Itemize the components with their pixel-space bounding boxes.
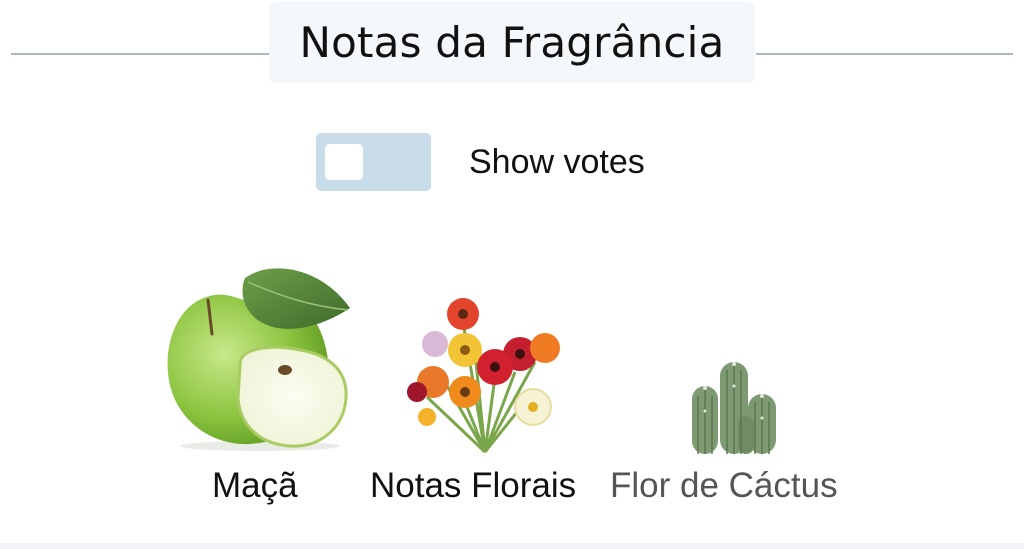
note-item-flor-de-cactus[interactable]: Flor de Cáctus [610, 356, 860, 508]
title-divider-right [756, 53, 1013, 55]
note-label: Notas Florais [370, 466, 577, 505]
bottom-band [0, 543, 1024, 549]
note-label: Maçã [212, 466, 298, 505]
cactus-image [692, 362, 776, 454]
note-item-maca[interactable]: Maçã [160, 258, 360, 508]
flower-bouquet-image [407, 298, 560, 454]
show-votes-label[interactable]: Show votes [469, 143, 645, 182]
show-votes-toggle[interactable] [316, 133, 431, 191]
note-label: Flor de Cáctus [610, 466, 838, 505]
title-divider-left [11, 53, 269, 55]
toggle-knob [325, 144, 363, 180]
green-apple-image [167, 268, 350, 451]
section-header: Notas da Fragrância [269, 2, 755, 83]
note-item-notas-florais[interactable]: Notas Florais [370, 292, 595, 508]
section-title: Notas da Fragrância [299, 18, 725, 67]
